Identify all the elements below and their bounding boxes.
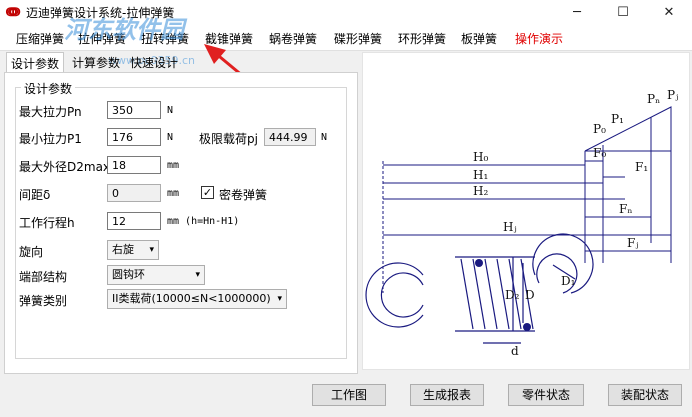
dense-coil-checkbox[interactable]: ✓ bbox=[201, 186, 214, 199]
stroke-unit: mm (h=Hn-H1) bbox=[167, 216, 240, 227]
label-H0: H₀ bbox=[473, 150, 488, 164]
app-logo-icon: ↈ bbox=[6, 5, 21, 20]
gap-input[interactable]: 0 bbox=[107, 184, 161, 202]
gap-unit: mm bbox=[167, 188, 180, 199]
end-structure-label: 端部结构 bbox=[19, 270, 68, 284]
label-D1: D₁ bbox=[561, 274, 575, 288]
menu-disc-spring[interactable]: 碟形弹簧 bbox=[334, 30, 382, 47]
min-force-input[interactable]: 176 bbox=[107, 128, 161, 146]
work-drawing-button[interactable]: 工作图 bbox=[312, 384, 386, 406]
menu-compression-spring[interactable]: 压缩弹簧 bbox=[16, 30, 64, 47]
maximize-icon[interactable]: ☐ bbox=[600, 0, 646, 26]
min-force-unit: N bbox=[167, 132, 174, 143]
label-Pj: Pⱼ bbox=[667, 88, 678, 102]
max-diameter-unit: mm bbox=[167, 160, 180, 171]
max-diameter-input[interactable]: 18 bbox=[107, 156, 161, 174]
direction-value: 右旋 bbox=[112, 243, 134, 256]
chevron-down-icon: ▾ bbox=[149, 245, 154, 255]
max-diameter-label: 最大外径D2max bbox=[19, 160, 111, 174]
generate-report-button[interactable]: 生成报表 bbox=[410, 384, 484, 406]
close-icon[interactable]: ✕ bbox=[646, 0, 692, 26]
direction-select[interactable]: 右旋 ▾ bbox=[107, 240, 159, 260]
group-title: 设计参数 bbox=[21, 80, 76, 97]
label-Fj: Fⱼ bbox=[627, 236, 639, 250]
menu-ring-spring[interactable]: 环形弹簧 bbox=[398, 30, 446, 47]
spring-labels: D₂ D D₁ d bbox=[505, 274, 575, 358]
label-D: D bbox=[525, 288, 535, 302]
label-F1: F₁ bbox=[635, 160, 648, 174]
label-Pn: Pₙ bbox=[647, 92, 660, 106]
max-force-unit: N bbox=[167, 105, 174, 116]
limit-load-input[interactable]: 444.99 bbox=[264, 128, 316, 146]
label-Fn: Fₙ bbox=[619, 202, 633, 216]
limit-load-unit: N bbox=[321, 132, 328, 143]
label-D2: D₂ bbox=[505, 288, 520, 302]
gap-label: 间距δ bbox=[19, 188, 51, 202]
spring-diagram-svg: P₀ P₁ Pₙ Pⱼ H₀ H₁ H₂ Hⱼ F₀ F₁ Fₙ Fⱼ D₂ D… bbox=[365, 88, 678, 358]
label-Hj: Hⱼ bbox=[503, 220, 517, 234]
stroke-label: 工作行程h bbox=[19, 216, 75, 230]
min-force-label: 最小拉力P1 bbox=[19, 132, 82, 146]
spring-class-label: 弹簧类别 bbox=[19, 294, 68, 308]
dense-coil-label: 密卷弹簧 bbox=[219, 188, 268, 202]
tab-calc-params[interactable]: 计算参数 bbox=[72, 54, 120, 71]
spring-class-select[interactable]: II类载荷(10000≤N<1000000) ▾ bbox=[107, 289, 287, 309]
assembly-state-button[interactable]: 装配状态 bbox=[608, 384, 682, 406]
spring-diagram: P₀ P₁ Pₙ Pⱼ H₀ H₁ H₂ Hⱼ F₀ F₁ Fₙ Fⱼ D₂ D… bbox=[362, 52, 690, 370]
max-force-label: 最大拉力Pn bbox=[19, 105, 82, 119]
design-panel: 设计参数 最大拉力Pn 350 N 最小拉力P1 176 N 极限载荷pj 44… bbox=[4, 72, 358, 374]
limit-load-label: 极限载荷pj bbox=[199, 132, 258, 146]
label-H2: H₂ bbox=[473, 184, 488, 198]
menu-demo[interactable]: 操作演示 bbox=[515, 30, 563, 47]
max-force-input[interactable]: 350 bbox=[107, 101, 161, 119]
spring-class-value: II类载荷(10000≤N<1000000) bbox=[112, 292, 271, 305]
end-structure-select[interactable]: 圆钩环 ▾ bbox=[107, 265, 205, 285]
label-F0: F₀ bbox=[593, 146, 606, 160]
minimize-icon[interactable]: ─ bbox=[554, 0, 600, 26]
end-structure-value: 圆钩环 bbox=[112, 268, 145, 281]
tab-strip: 设计参数 计算参数 快速设计 bbox=[4, 52, 358, 75]
label-P0: P₀ bbox=[593, 122, 606, 136]
label-H1: H₁ bbox=[473, 168, 488, 182]
label-P1: P₁ bbox=[611, 112, 624, 126]
label-d: d bbox=[511, 344, 519, 358]
part-state-button[interactable]: 零件状态 bbox=[508, 384, 584, 406]
menu-leaf-spring[interactable]: 板弹簧 bbox=[461, 30, 497, 47]
tab-quick-design[interactable]: 快速设计 bbox=[130, 54, 178, 71]
dimension-lines bbox=[382, 160, 671, 293]
spring-body bbox=[365, 233, 594, 344]
watermark-logo: 河东软件园 bbox=[64, 16, 184, 44]
wire-section-icon bbox=[523, 323, 531, 331]
chevron-down-icon: ▾ bbox=[195, 270, 200, 280]
stroke-input[interactable]: 12 bbox=[107, 212, 161, 230]
wire-section-icon bbox=[475, 259, 483, 267]
chevron-down-icon: ▾ bbox=[277, 294, 282, 304]
direction-label: 旋向 bbox=[19, 245, 44, 259]
